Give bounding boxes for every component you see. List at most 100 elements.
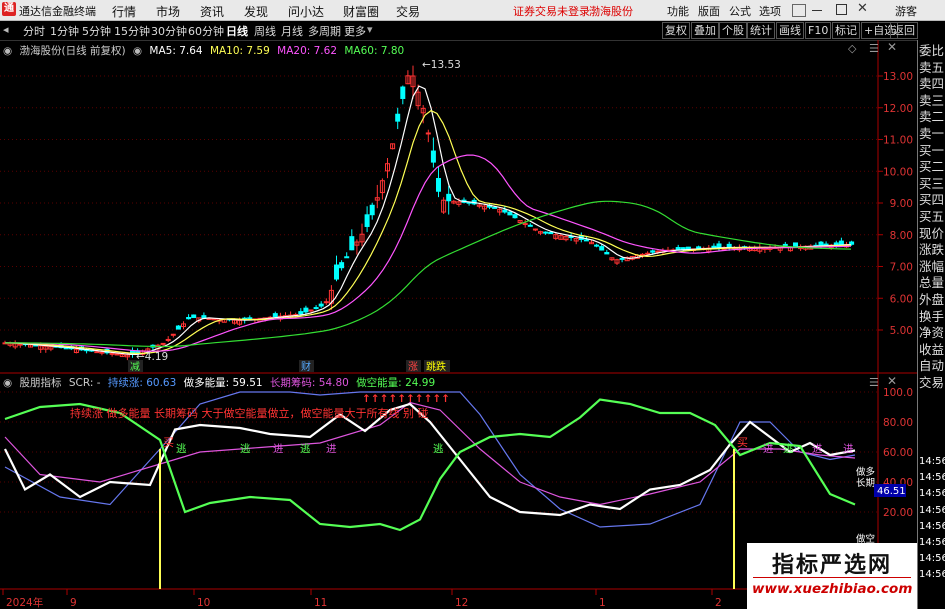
indicator-close-icon[interactable]: ✕ (887, 374, 897, 388)
x-tick-label: 11 (314, 597, 327, 609)
draw-line-button[interactable]: 画线 (776, 22, 804, 39)
tab-15min[interactable]: 15分钟 (114, 23, 150, 39)
chart-grid (0, 40, 917, 609)
sidepanel-item: 换手 (919, 309, 945, 324)
stock-name-header: 渤海股份 (589, 5, 633, 18)
tab-1min[interactable]: 1分钟 (50, 23, 79, 39)
minimize-icon[interactable] (812, 10, 822, 11)
candle-body (838, 240, 844, 246)
buy-signal-label: 买 (737, 436, 748, 449)
price-tick-label: 13.00 (883, 71, 913, 83)
tab-daily[interactable]: 日线 (226, 23, 248, 39)
ma20-label: MA20: 7.62 (277, 45, 337, 57)
menu-market[interactable]: 市场 (156, 3, 180, 20)
indicator-menu-icon[interactable]: ☰ (869, 376, 879, 389)
tab-monthly[interactable]: 月线 (281, 23, 303, 39)
menu-wealth[interactable]: 财富圈 (343, 3, 379, 20)
menu-function[interactable]: 功能 (667, 3, 689, 19)
sidepanel-item[interactable]: 自动 (919, 359, 945, 373)
indicator-name[interactable]: 股朋指标 (20, 375, 62, 390)
more-dropdown-icon[interactable]: ▾ (367, 23, 373, 36)
candle-body (303, 307, 309, 313)
overlay-button[interactable]: 叠加 (691, 22, 719, 39)
chart-close-icon[interactable]: ✕ (887, 40, 897, 54)
tab-multi-period[interactable]: 多周期 (308, 23, 341, 39)
candle-body (532, 228, 538, 231)
sidepanel-item: 卖五 (919, 60, 945, 75)
login-status[interactable]: 证券交易未登录 (513, 3, 590, 19)
candle-body (211, 318, 217, 321)
candle-body (165, 338, 171, 341)
candle-body (645, 252, 651, 255)
indicator-signal: 逃 (240, 442, 251, 455)
candle-body (318, 303, 324, 307)
price-tick-label: 11.00 (883, 135, 913, 147)
user-label[interactable]: 游客 (895, 3, 917, 19)
close-icon[interactable]: ✕ (857, 1, 868, 16)
watermark-url: www.xuezhibiao.com (752, 581, 913, 597)
indicator-settings-icon[interactable]: ◉ (3, 377, 12, 389)
mark-button[interactable]: 标记 (832, 22, 860, 39)
tab-5min[interactable]: 5分钟 (82, 23, 111, 39)
back-button[interactable]: 返回 (890, 22, 918, 39)
menu-formula[interactable]: 公式 (729, 3, 751, 19)
stock-button[interactable]: 个股 (719, 22, 747, 39)
screen-icon[interactable] (792, 4, 806, 17)
tab-60min[interactable]: 60分钟 (188, 23, 224, 39)
menu-quotes[interactable]: 行情 (112, 3, 136, 20)
sidepanel-time: 14:56 (919, 537, 945, 548)
sidepanel-item: 委比 (919, 44, 945, 58)
tab-more[interactable]: 更多 (344, 23, 366, 39)
sidepanel-item[interactable]: 交易 (919, 376, 945, 390)
indicator-signal: 逃 (300, 442, 311, 455)
candle-body (308, 309, 314, 312)
chart-area[interactable]: 13.00 12.00 11.00 10.00 9.00 8.00 7.00 6.00 5.00… (0, 40, 917, 609)
sidepanel-item: 买五 (919, 210, 945, 224)
sidepanel-item: 卖二 (919, 110, 945, 125)
candle-body (436, 178, 441, 192)
ma-settings-icon[interactable]: ◉ (133, 45, 142, 57)
chart-menu-icon[interactable]: ☰ (869, 42, 879, 55)
stats-button[interactable]: 统计 (747, 22, 775, 39)
adjust-button[interactable]: 复权 (662, 22, 690, 39)
indicator-signal: 进 (843, 443, 854, 455)
candle-body (430, 150, 436, 163)
f10-button[interactable]: F10 (805, 22, 832, 39)
menu-layout[interactable]: 版面 (698, 3, 720, 19)
maximize-icon[interactable] (836, 4, 847, 15)
menu-news[interactable]: 资讯 (200, 3, 224, 20)
candle-body (94, 351, 100, 354)
tab-30min[interactable]: 30分钟 (151, 23, 187, 39)
price-tick-label: 5.00 (890, 325, 913, 337)
candle-body (716, 243, 722, 249)
period-toolbar: ◂ 分时 1分钟 5分钟 15分钟 30分钟 60分钟 日线 周线 月线 多周期… (0, 21, 945, 41)
indicator-signal: 进 (273, 443, 284, 455)
ma-lines (4, 85, 852, 355)
restore-chart-icon[interactable]: ◇ (848, 42, 856, 55)
menu-ask[interactable]: 问小达 (288, 3, 324, 20)
indicator-legend: ◉ 股朋指标 SCR: - 持续涨: 60.63 做多能量: 59.51 长期筹… (3, 375, 439, 390)
indicator-tick-label: 60.00 (883, 447, 913, 459)
menu-discover[interactable]: 发现 (244, 3, 268, 20)
toolbar-arrow-icon[interactable]: ◂ (3, 23, 9, 36)
tab-weekly[interactable]: 周线 (254, 23, 276, 39)
candle-body (369, 204, 375, 216)
menu-options[interactable]: 选项 (759, 3, 781, 19)
sidepanel-time: 14:56 (919, 504, 945, 516)
indicator-tick-label: 20.00 (883, 507, 913, 519)
sidepanel-item: 买一 (919, 143, 945, 158)
value-box-text: 46.51 (877, 486, 906, 497)
candle-body (395, 113, 401, 122)
indicator-tick-label: 80.00 (883, 417, 913, 429)
candle-body (400, 86, 406, 99)
tab-intraday[interactable]: 分时 (23, 23, 45, 39)
sidepanel-item: 卖四 (919, 77, 945, 92)
candle-body (655, 250, 661, 253)
x-tick-label: 2 (715, 597, 722, 609)
candle-body (604, 252, 610, 255)
chart-settings-icon[interactable]: ◉ (3, 45, 12, 57)
candle-body (640, 253, 645, 256)
candle-body (160, 342, 166, 345)
x-tick-label: 12 (455, 597, 468, 609)
menu-trade[interactable]: 交易 (396, 3, 420, 20)
